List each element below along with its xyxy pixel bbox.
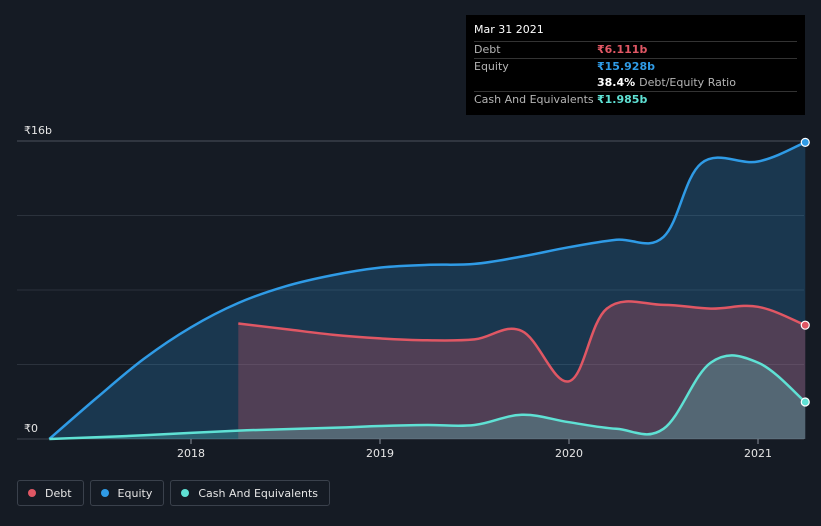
x-tick-label: 2021 xyxy=(744,447,772,460)
tooltip-date: Mar 31 2021 xyxy=(474,23,544,36)
tooltip-ratio-label: Debt/Equity Ratio xyxy=(639,76,736,89)
tooltip-label: Cash And Equivalents xyxy=(474,93,594,106)
tooltip-value: ₹15.928b xyxy=(597,60,655,73)
tooltip-ratio-value: 38.4% xyxy=(597,76,636,89)
debt-end-marker xyxy=(800,320,810,330)
tooltip-row-equity: Equity ₹15.928b xyxy=(474,58,797,75)
x-axis-ticks: 2018 2019 2020 2021 xyxy=(177,439,772,460)
legend-item-debt[interactable]: Debt xyxy=(17,480,84,506)
cash-and-equivalents-end-marker xyxy=(800,397,810,407)
tooltip-value: ₹1.985b xyxy=(597,93,648,106)
y-axis-ticks: ₹0 ₹16b xyxy=(24,124,52,435)
legend-label: Debt xyxy=(45,486,72,500)
cash-dot-icon xyxy=(181,489,190,497)
x-tick-label: 2020 xyxy=(555,447,583,460)
y-tick-label: ₹0 xyxy=(24,422,38,435)
series-areas xyxy=(49,142,806,440)
tooltip-label: Debt xyxy=(474,43,501,56)
tooltip-row-cash: Cash And Equivalents ₹1.985b xyxy=(474,91,797,108)
x-tick-label: 2019 xyxy=(366,447,394,460)
equity-dot-icon xyxy=(100,489,109,497)
y-tick-label: ₹16b xyxy=(24,124,52,137)
x-tick-label: 2018 xyxy=(177,447,205,460)
tooltip-label: Equity xyxy=(474,60,509,73)
equity-end-marker xyxy=(800,137,810,147)
tooltip-row-debt: Debt ₹6.111b xyxy=(474,41,797,58)
tooltip-row-ratio: 38.4% Debt/Equity Ratio xyxy=(474,75,797,91)
tooltip-panel: Mar 31 2021 Debt ₹6.111b Equity ₹15.928b… xyxy=(466,15,805,115)
tooltip-value: ₹6.111b xyxy=(597,43,648,56)
legend: Debt Equity Cash And Equivalents xyxy=(17,480,330,506)
debt-dot-icon xyxy=(28,489,36,497)
legend-label: Equity xyxy=(117,486,153,500)
tooltip-label xyxy=(474,75,597,91)
legend-item-cash[interactable]: Cash And Equivalents xyxy=(170,480,330,506)
legend-label: Cash And Equivalents xyxy=(198,486,318,500)
legend-item-equity[interactable]: Equity xyxy=(89,480,165,506)
